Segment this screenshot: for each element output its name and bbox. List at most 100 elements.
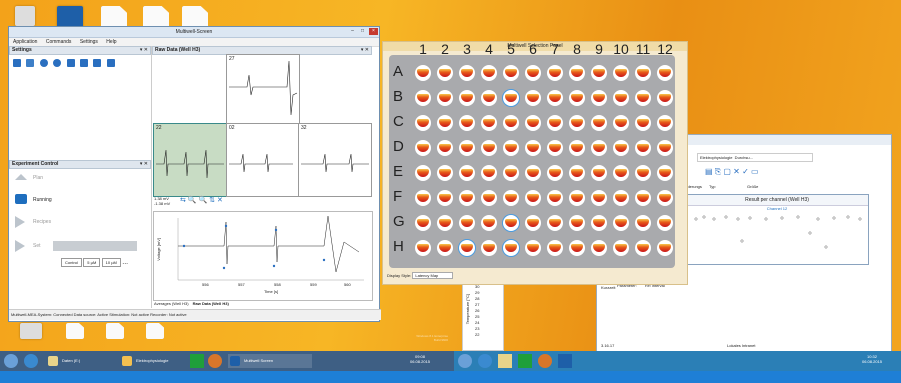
well-F10[interactable] (613, 190, 629, 206)
row-header[interactable]: A (393, 63, 403, 80)
well-F1[interactable] (415, 190, 431, 206)
address-bar[interactable]: Elektrophysiologie Durchsu... (697, 153, 813, 162)
row-header[interactable]: E (393, 163, 403, 180)
column-header[interactable]: 9 (589, 41, 609, 57)
well-B8[interactable] (569, 90, 585, 106)
well-D10[interactable] (613, 140, 629, 156)
taskbar-item[interactable]: Daten (E:) (46, 354, 130, 368)
column-header[interactable]: 1 (413, 41, 433, 57)
well-H2[interactable] (437, 240, 453, 256)
start-button[interactable] (4, 354, 18, 368)
database-icon[interactable] (93, 59, 102, 67)
zoom-controls[interactable]: ⇆ 🔍 🔍 ⇅ ✕ (180, 196, 223, 204)
well-C1[interactable] (415, 115, 431, 131)
menu-commands[interactable]: Commands (46, 39, 72, 45)
row-header[interactable]: G (393, 213, 405, 230)
well-E6[interactable] (525, 165, 541, 181)
well-H5[interactable] (503, 240, 519, 256)
well-G8[interactable] (569, 215, 585, 231)
channel-trace[interactable]: 02 (226, 123, 300, 197)
averages-plot[interactable]: Voltage [mV] 556 557 558 559 560 Time [s… (153, 211, 373, 301)
calculator-icon[interactable] (57, 6, 83, 28)
well-D8[interactable] (569, 140, 585, 156)
firefox-icon[interactable] (538, 354, 552, 368)
menu-help[interactable]: Help (106, 39, 116, 45)
well-E10[interactable] (613, 165, 629, 181)
well-E8[interactable] (569, 165, 585, 181)
firefox-icon[interactable] (208, 354, 222, 368)
well-H6[interactable] (525, 240, 541, 256)
dose-button-5[interactable]: 5 µM (83, 258, 101, 267)
well-H1[interactable] (415, 240, 431, 256)
well-B11[interactable] (635, 90, 651, 106)
well-A8[interactable] (569, 65, 585, 81)
toolbar-icons[interactable]: ▤ ⎘ ▢ ✕ ✓ ▭ (705, 167, 759, 177)
well-E12[interactable] (657, 165, 673, 181)
clock[interactable]: 10:32 06.08.2015 (862, 354, 882, 364)
well-E1[interactable] (415, 165, 431, 181)
well-G6[interactable] (525, 215, 541, 231)
well-F5[interactable] (503, 190, 519, 206)
app-icon[interactable] (20, 323, 42, 339)
document-icon[interactable] (106, 323, 124, 339)
well-H12[interactable] (657, 240, 673, 256)
well-A3[interactable] (459, 65, 475, 81)
well-B10[interactable] (613, 90, 629, 106)
well-D6[interactable] (525, 140, 541, 156)
well-F2[interactable] (437, 190, 453, 206)
well-B4[interactable] (481, 90, 497, 106)
well-B5[interactable] (503, 90, 519, 106)
well-D7[interactable] (547, 140, 563, 156)
dose-button-10[interactable]: 10 µM (101, 258, 121, 267)
well-G4[interactable] (481, 215, 497, 231)
well-G1[interactable] (415, 215, 431, 231)
well-F12[interactable] (657, 190, 673, 206)
pulse-icon[interactable] (79, 59, 88, 67)
recycle-bin-icon[interactable] (15, 6, 35, 26)
row-header[interactable]: B (393, 88, 403, 105)
well-A12[interactable] (657, 65, 673, 81)
channel-trace[interactable]: 27 (226, 54, 300, 126)
well-H4[interactable] (481, 240, 497, 256)
well-A2[interactable] (437, 65, 453, 81)
clipboard-icon[interactable] (106, 59, 115, 67)
well-G12[interactable] (657, 215, 673, 231)
display-style-select[interactable]: Latency Map (412, 272, 454, 279)
row-header[interactable]: D (393, 138, 404, 155)
well-B1[interactable] (415, 90, 431, 106)
dose-button-control[interactable]: Control (61, 258, 82, 267)
well-G11[interactable] (635, 215, 651, 231)
well-E7[interactable] (547, 165, 563, 181)
well-G2[interactable] (437, 215, 453, 231)
well-B7[interactable] (547, 90, 563, 106)
well-B9[interactable] (591, 90, 607, 106)
column-header[interactable]: 2 (435, 41, 455, 57)
well-A11[interactable] (635, 65, 651, 81)
well-G3[interactable] (459, 215, 475, 231)
well-F8[interactable] (569, 190, 585, 206)
channel-trace[interactable]: 22 (153, 123, 227, 197)
well-D2[interactable] (437, 140, 453, 156)
well-H3[interactable] (459, 240, 475, 256)
well-F6[interactable] (525, 190, 541, 206)
flask-icon[interactable] (26, 59, 35, 67)
menu-settings[interactable]: Settings (80, 39, 98, 45)
well-C9[interactable] (591, 115, 607, 131)
well-E9[interactable] (591, 165, 607, 181)
well-D11[interactable] (635, 140, 651, 156)
well-A1[interactable] (415, 65, 431, 81)
maximize-button[interactable]: □ (358, 28, 367, 35)
tab-averages[interactable]: Averages (Well H3) (154, 301, 189, 306)
well-C4[interactable] (481, 115, 497, 131)
well-A7[interactable] (547, 65, 563, 81)
well-C7[interactable] (547, 115, 563, 131)
excel-icon[interactable] (518, 354, 532, 368)
minimize-button[interactable]: – (348, 28, 357, 35)
clock[interactable]: 09:08 06.08.2015 (410, 354, 430, 364)
ie-icon[interactable] (24, 354, 38, 368)
channel-trace[interactable]: 32 (298, 123, 372, 197)
well-C2[interactable] (437, 115, 453, 131)
zoom-icon[interactable] (53, 59, 62, 67)
well-G7[interactable] (547, 215, 563, 231)
well-D4[interactable] (481, 140, 497, 156)
